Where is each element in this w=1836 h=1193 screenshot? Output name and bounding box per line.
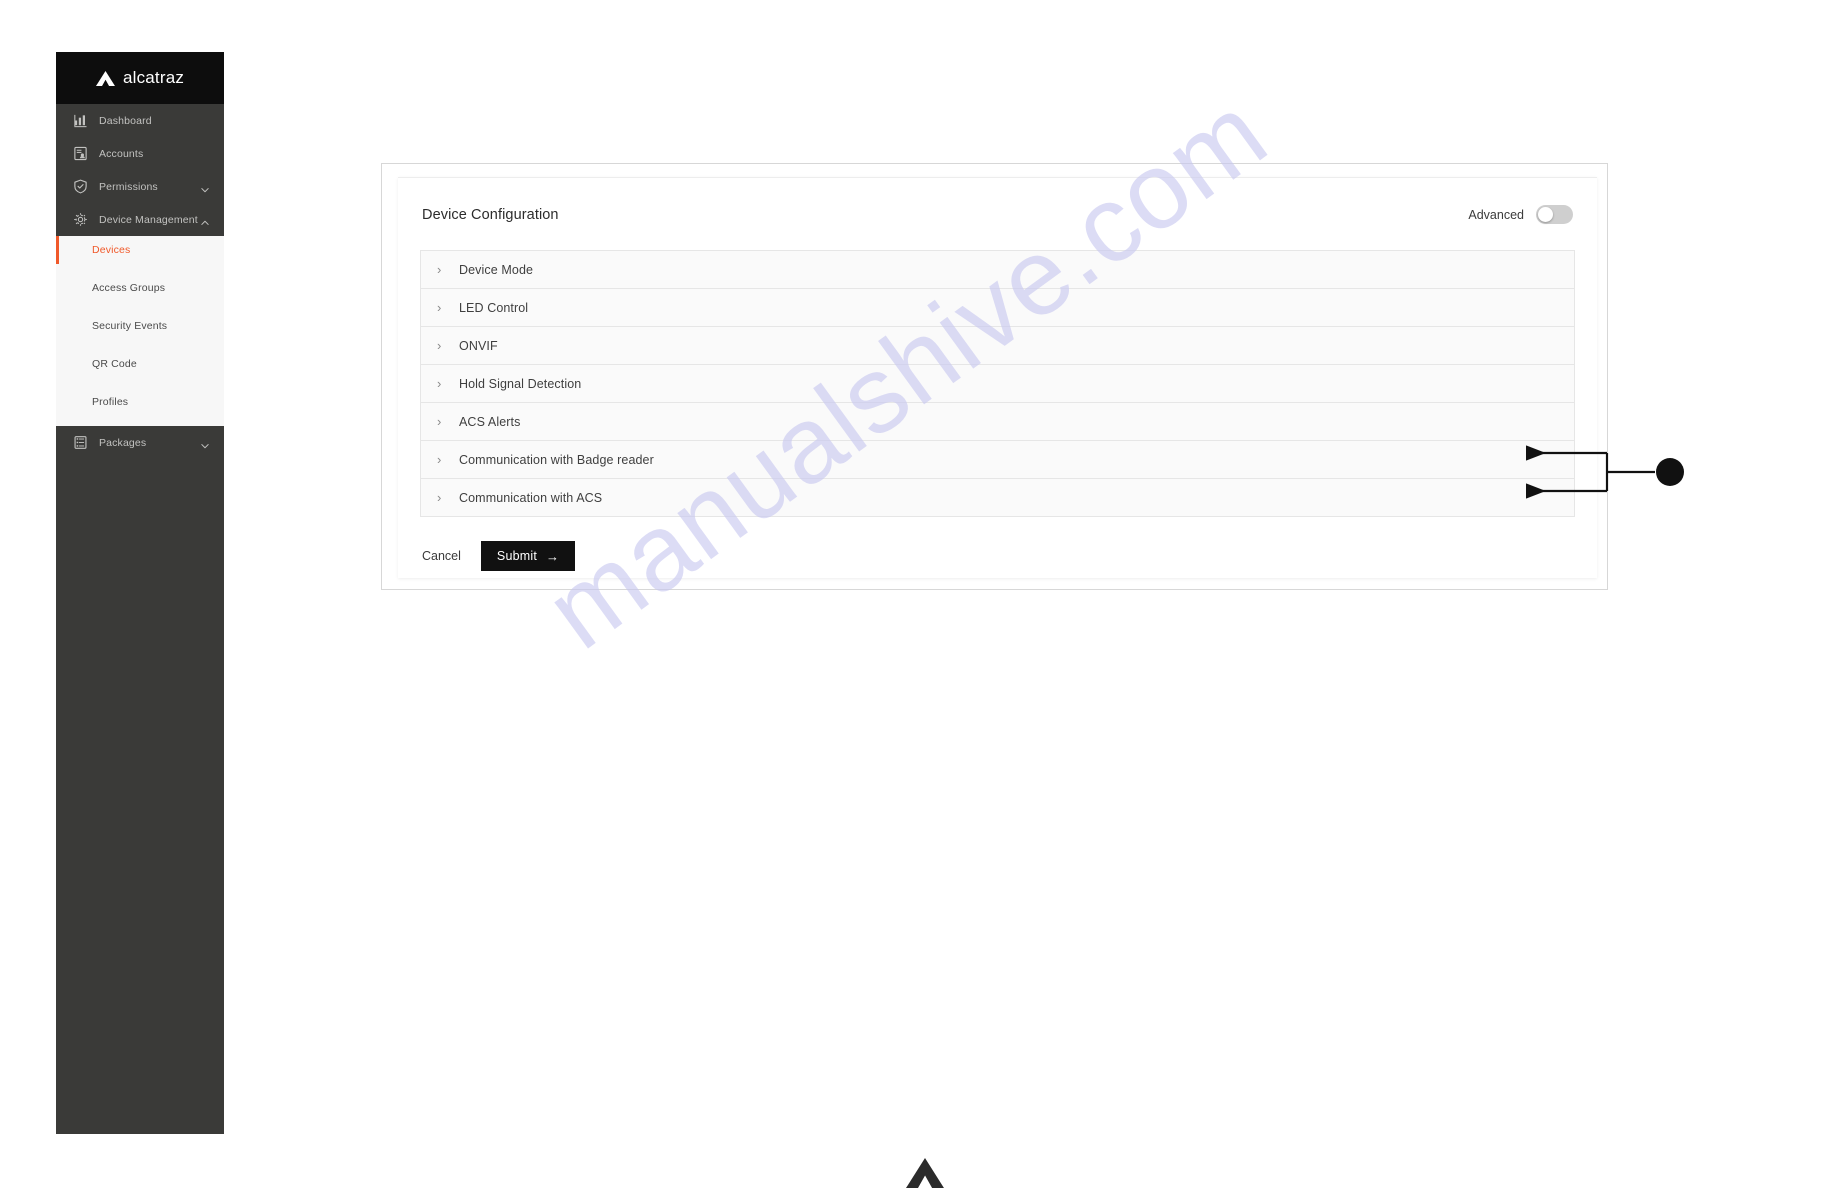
device-management-submenu: Devices Access Groups Security Events QR… [56, 236, 224, 426]
submenu-spacer [56, 416, 224, 426]
chevron-right-icon: › [437, 452, 442, 467]
toggle-knob [1538, 207, 1553, 222]
sidebar-item-device-management[interactable]: Device Management [56, 203, 224, 236]
accordion-label: Communication with Badge reader [459, 452, 654, 467]
sidebar-subitem-label: Access Groups [92, 282, 166, 294]
accordion-label: ONVIF [459, 338, 498, 353]
chevron-right-icon: › [437, 414, 442, 429]
submenu-spacer [56, 378, 224, 388]
callout-bullet [1656, 458, 1684, 486]
sidebar-item-label: Packages [99, 436, 147, 449]
submenu-spacer [56, 340, 224, 350]
submenu-spacer [56, 302, 224, 312]
sidebar-subitem-profiles[interactable]: Profiles [56, 388, 224, 416]
submenu-spacer [56, 264, 224, 274]
accordion-label: Device Mode [459, 262, 534, 277]
accordion-row-hold-signal-detection[interactable]: › Hold Signal Detection [421, 365, 1574, 403]
sidebar: alcatraz Dashboard Accounts Permissions … [56, 52, 224, 1134]
gear-icon [73, 212, 88, 227]
chevron-down-icon[interactable] [200, 182, 210, 192]
accordion-row-communication-with-acs[interactable]: › Communication with ACS [421, 479, 1574, 517]
chevron-down-icon[interactable] [200, 438, 210, 448]
sidebar-subitem-label: Profiles [92, 396, 129, 408]
advanced-toggle[interactable] [1536, 205, 1573, 224]
sidebar-item-label: Accounts [99, 147, 144, 160]
chevron-right-icon: › [437, 490, 442, 505]
sidebar-item-packages[interactable]: Packages [56, 426, 224, 459]
accordion-row-device-mode[interactable]: › Device Mode [421, 251, 1574, 289]
alcatraz-a-mark-icon [95, 70, 115, 86]
arrow-right-icon: → [546, 548, 560, 564]
sidebar-subitem-security-events[interactable]: Security Events [56, 312, 224, 340]
accordion-row-led-control[interactable]: › LED Control [421, 289, 1574, 327]
footer-alcatraz-a-mark-icon [906, 1158, 944, 1188]
submit-button[interactable]: Submit → [480, 541, 576, 571]
advanced-control: Advanced [1468, 205, 1573, 224]
accordion-row-onvif[interactable]: › ONVIF [421, 327, 1574, 365]
chevron-right-icon: › [437, 376, 442, 391]
sidebar-item-dashboard[interactable]: Dashboard [56, 104, 224, 137]
accordion-row-communication-with-badge-reader[interactable]: › Communication with Badge reader [421, 441, 1574, 479]
sidebar-item-label: Device Management [99, 213, 198, 226]
chevron-right-icon: › [437, 300, 442, 315]
sidebar-subitem-label: Devices [92, 244, 131, 256]
advanced-label: Advanced [1468, 207, 1524, 222]
accordion-row-acs-alerts[interactable]: › ACS Alerts [421, 403, 1574, 441]
device-configuration-card: Device Configuration Advanced › Device M… [398, 177, 1597, 578]
sidebar-item-permissions[interactable]: Permissions [56, 170, 224, 203]
chevron-right-icon: › [437, 338, 442, 353]
sidebar-subitem-access-groups[interactable]: Access Groups [56, 274, 224, 302]
sidebar-subitem-label: QR Code [92, 358, 137, 370]
page-title: Device Configuration [422, 206, 559, 223]
card-footer: Cancel Submit → [420, 541, 1597, 571]
configuration-sections-list: › Device Mode › LED Control › ONVIF › Ho… [420, 250, 1575, 517]
accordion-label: Hold Signal Detection [459, 376, 582, 391]
card-header: Device Configuration Advanced [398, 178, 1597, 224]
device-configuration-panel: Device Configuration Advanced › Device M… [381, 163, 1608, 590]
brand-name: alcatraz [122, 68, 185, 87]
stack-list-icon [73, 435, 88, 450]
account-card-icon [73, 146, 88, 161]
chevron-right-icon: › [437, 262, 442, 277]
shield-check-icon [73, 179, 88, 194]
brand-logo[interactable]: alcatraz [56, 52, 224, 104]
accordion-label: ACS Alerts [459, 414, 521, 429]
sidebar-item-label: Dashboard [99, 114, 152, 127]
sidebar-subitem-label: Security Events [92, 320, 168, 332]
accordion-label: Communication with ACS [459, 490, 603, 505]
submit-label: Submit [496, 549, 538, 563]
chevron-up-icon[interactable] [200, 215, 210, 225]
bar-chart-icon [73, 113, 88, 128]
accordion-label: LED Control [459, 300, 529, 315]
cancel-button[interactable]: Cancel [420, 545, 463, 567]
sidebar-item-accounts[interactable]: Accounts [56, 137, 224, 170]
sidebar-item-label: Permissions [99, 180, 158, 193]
sidebar-subitem-qr-code[interactable]: QR Code [56, 350, 224, 378]
sidebar-subitem-devices[interactable]: Devices [56, 236, 224, 264]
